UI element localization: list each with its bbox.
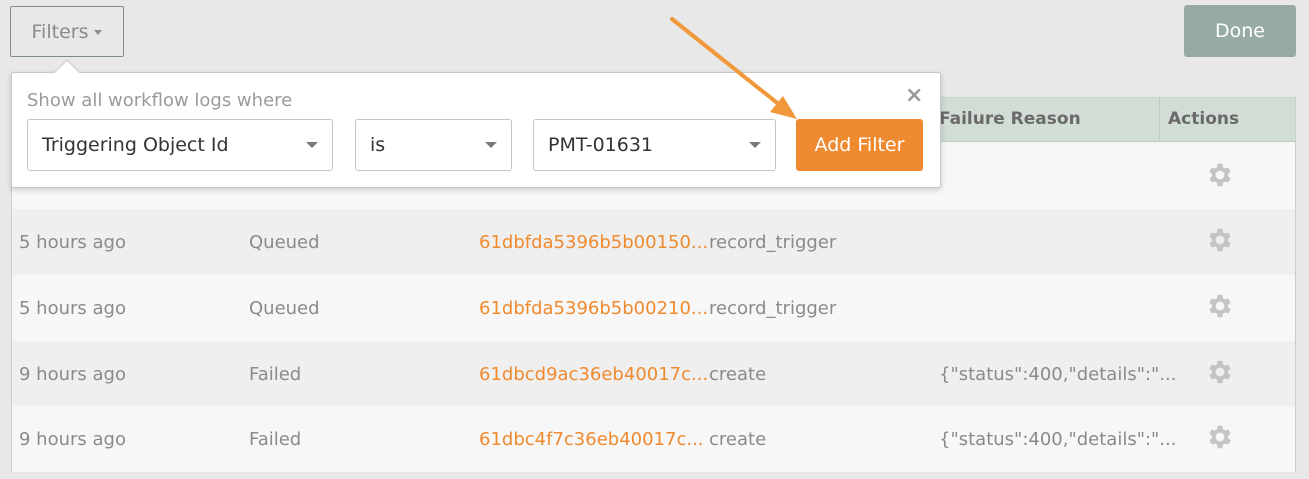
cell-action: record_trigger — [709, 297, 837, 319]
filter-field-select[interactable]: Triggering Object Id — [27, 119, 333, 171]
gear-icon[interactable] — [1205, 225, 1235, 255]
cell-time: 5 hours ago — [19, 231, 126, 253]
close-icon[interactable]: × — [905, 85, 923, 107]
done-button[interactable]: Done — [1184, 5, 1296, 57]
cell-id-link[interactable]: 61dbfda5396b5b00210... — [479, 275, 708, 341]
filter-popover: Show all workflow logs where × Triggerin… — [11, 59, 941, 188]
popover-arrow — [54, 59, 80, 85]
cell-status: Failed — [249, 363, 302, 385]
header-failure-reason: Failure Reason — [939, 109, 1081, 129]
cell-action: create — [709, 363, 767, 385]
cell-time: 9 hours ago — [19, 363, 126, 385]
chevron-down-icon — [749, 142, 761, 148]
add-filter-button[interactable]: Add Filter — [796, 119, 923, 171]
cell-failure-reason: {"status":400,"details":"... — [939, 428, 1177, 450]
cell-id-link[interactable]: 61dbcd9ac36eb40017c... — [479, 341, 708, 407]
table-row[interactable]: 9 hours ago Failed 61dbc4f7c36eb40017c..… — [12, 406, 1295, 472]
cell-status: Queued — [249, 231, 320, 253]
header-actions: Actions — [1168, 109, 1240, 129]
gear-icon[interactable] — [1205, 160, 1235, 190]
chevron-down-icon — [306, 142, 318, 148]
filter-operator-select[interactable]: is — [355, 119, 512, 171]
cell-time: 9 hours ago — [19, 428, 126, 450]
filters-button[interactable]: Filters — [10, 6, 124, 57]
cell-status: Queued — [249, 297, 320, 319]
header-divider — [1159, 98, 1160, 142]
popover-title: Show all workflow logs where — [27, 90, 293, 111]
gear-icon[interactable] — [1205, 357, 1235, 387]
cell-status: Failed — [249, 428, 302, 450]
cell-id-link[interactable]: 61dbc4f7c36eb40017c... — [479, 406, 704, 472]
cell-action: create — [709, 428, 767, 450]
table-row[interactable]: 5 hours ago Queued 61dbfda5396b5b00210..… — [12, 275, 1295, 341]
filter-operator-value: is — [370, 134, 386, 156]
filter-field-value: Triggering Object Id — [42, 134, 229, 156]
cell-action: record_trigger — [709, 231, 837, 253]
table-row[interactable]: 5 hours ago Queued 61dbfda5396b5b00150..… — [12, 209, 1295, 275]
cell-time: 5 hours ago — [19, 297, 126, 319]
filter-value-value: PMT-01631 — [548, 134, 654, 156]
gear-icon[interactable] — [1205, 291, 1235, 321]
cell-id-link[interactable]: 61dbfda5396b5b00150... — [479, 209, 708, 275]
cell-failure-reason: {"status":400,"details":"... — [939, 363, 1177, 385]
filters-button-label: Filters — [31, 20, 89, 43]
chevron-down-icon — [94, 30, 103, 35]
gear-icon[interactable] — [1205, 422, 1235, 452]
table-row[interactable]: 9 hours ago Failed 61dbcd9ac36eb40017c..… — [12, 341, 1295, 407]
filter-value-select[interactable]: PMT-01631 — [533, 119, 776, 171]
chevron-down-icon — [485, 142, 497, 148]
